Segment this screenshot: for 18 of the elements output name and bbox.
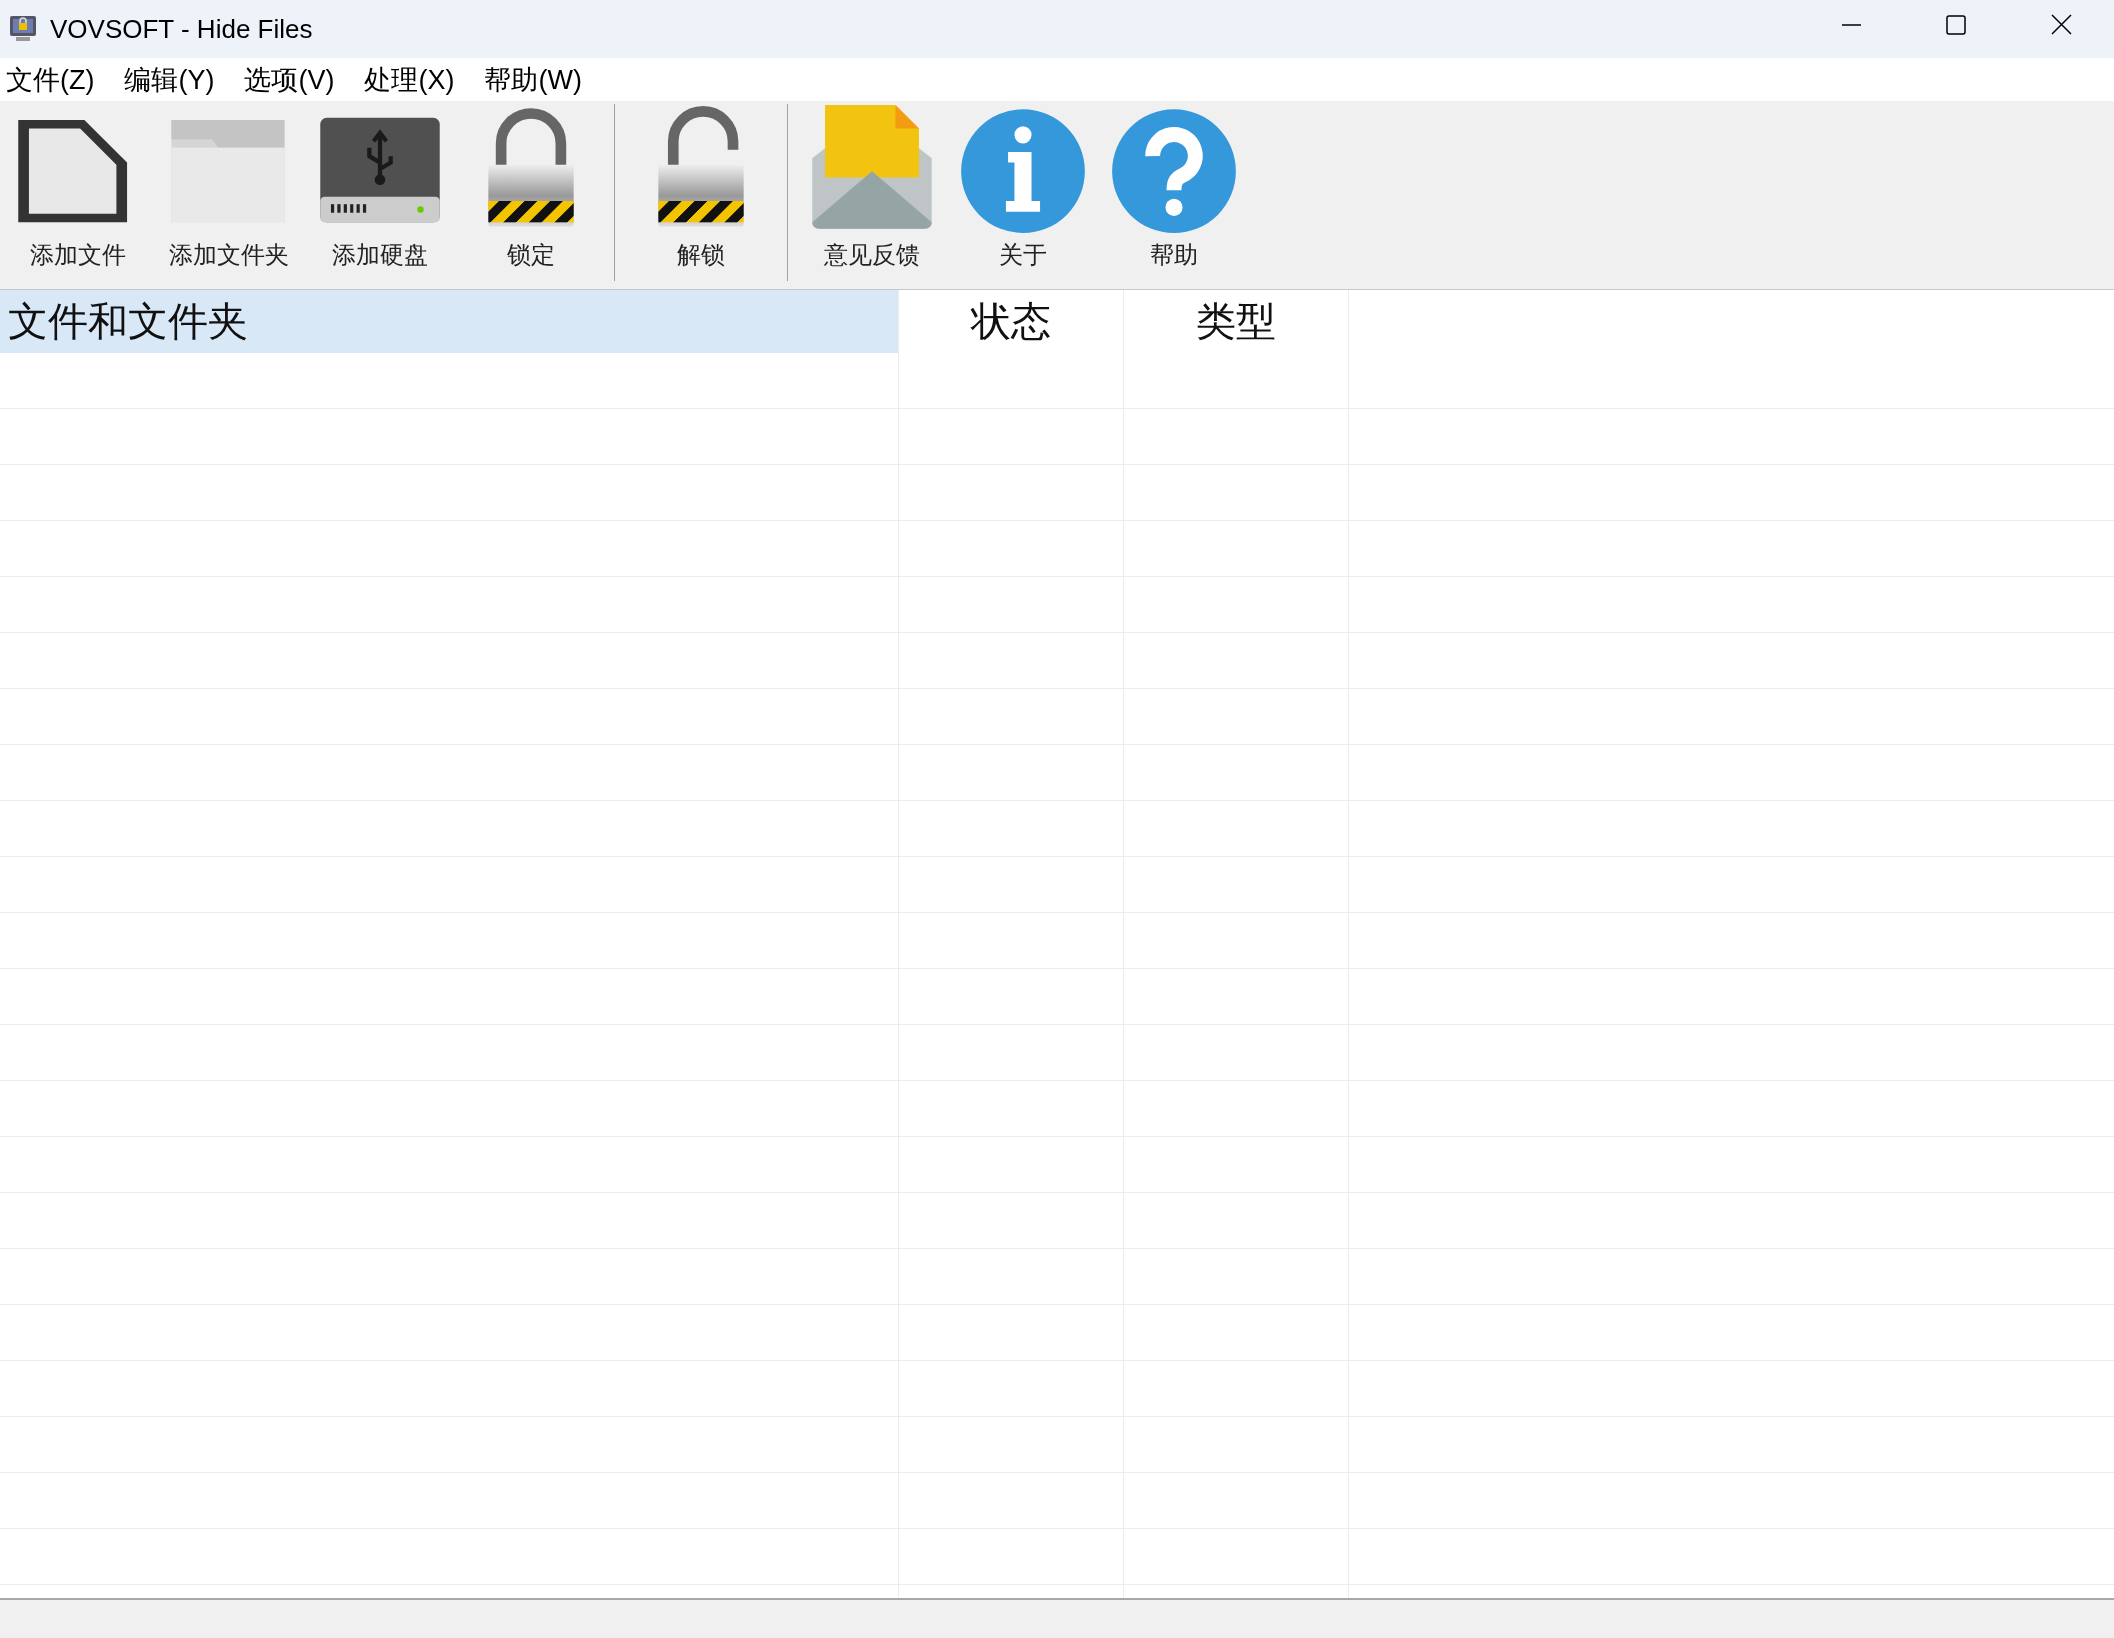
column-header[interactable]: 类型 xyxy=(1124,290,1349,353)
toolbar-button[interactable]: 添加文件夹 xyxy=(153,101,304,289)
toolbar-button[interactable]: 意见反馈 xyxy=(796,101,947,289)
toolbar-button[interactable]: 帮助 xyxy=(1098,101,1249,289)
menu-item[interactable]: 帮助(W) xyxy=(484,61,582,98)
toolbar-button[interactable]: 关于 xyxy=(947,101,1098,289)
menu-item[interactable]: 文件(Z) xyxy=(6,61,95,98)
app-icon xyxy=(8,14,38,44)
column-header[interactable]: 状态 xyxy=(899,290,1124,353)
toolbar-button[interactable]: 添加文件 xyxy=(2,101,153,289)
toolbar-button[interactable]: 添加硬盘 xyxy=(304,101,455,289)
menu-item[interactable]: 选项(V) xyxy=(244,61,335,98)
window-title: VOVSOFT - Hide Files xyxy=(50,13,314,45)
toolbar-button[interactable]: 解锁 xyxy=(623,101,779,289)
toolbar-button[interactable]: 锁定 xyxy=(455,101,606,289)
menu-item[interactable]: 处理(X) xyxy=(364,61,455,98)
column-header[interactable]: 文件和文件夹 xyxy=(0,290,899,353)
menu-item[interactable]: 编辑(Y) xyxy=(124,61,215,98)
